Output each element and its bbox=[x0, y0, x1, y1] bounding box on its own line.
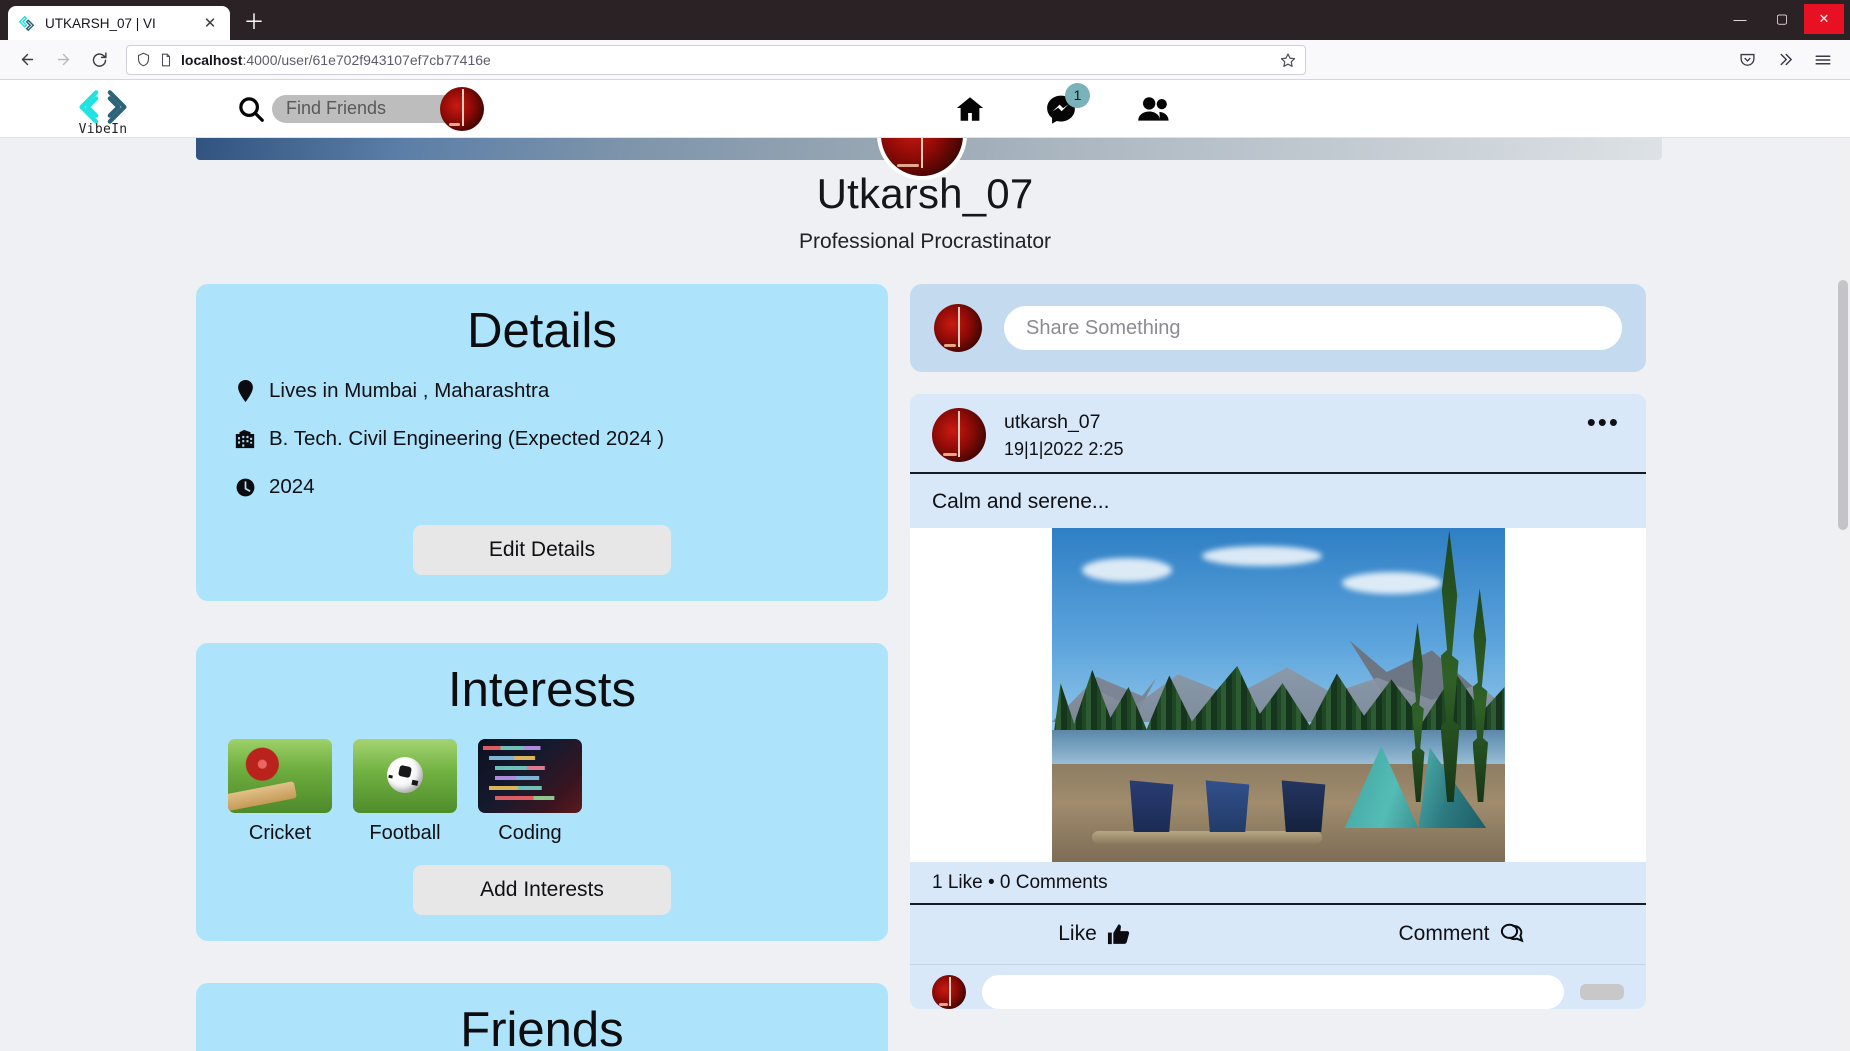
tab-strip: UTKARSH_07 | VI ✕ ＋ — ▢ ✕ bbox=[0, 0, 1850, 40]
home-icon bbox=[955, 94, 985, 124]
comment-bubble-icon bbox=[1500, 923, 1526, 946]
browser-tab[interactable]: UTKARSH_07 | VI ✕ bbox=[8, 6, 230, 40]
left-column: Details Lives in Mumbai , Maharashtra B.… bbox=[196, 284, 888, 1051]
cricket-ball-and-bat-photo bbox=[228, 738, 332, 813]
url-host: localhost bbox=[181, 51, 243, 68]
comment-row bbox=[910, 964, 1646, 1010]
details-card: Details Lives in Mumbai , Maharashtra B.… bbox=[196, 284, 888, 602]
share-box-avatar bbox=[934, 304, 982, 352]
profile-columns: Details Lives in Mumbai , Maharashtra B.… bbox=[0, 284, 1850, 1051]
comment-label: Comment bbox=[1398, 922, 1490, 946]
friends-card: Friends bbox=[196, 982, 888, 1051]
close-icon[interactable]: ✕ bbox=[200, 13, 220, 33]
interests-grid: Cricket Football Coding bbox=[228, 738, 864, 845]
detail-text-year: 2024 bbox=[269, 475, 315, 499]
profile-page: Utkarsh_07 Professional Procrastinator D… bbox=[0, 138, 1850, 1051]
thumbs-up-icon bbox=[1107, 923, 1130, 946]
right-column: utkarsh_07 19|1|2022 2:25 ••• Calm and s… bbox=[910, 284, 1646, 1051]
navbar-right-actions bbox=[1730, 44, 1840, 76]
close-icon[interactable]: ✕ bbox=[1804, 4, 1844, 34]
star-icon[interactable] bbox=[1280, 52, 1296, 68]
page-icon bbox=[159, 53, 173, 67]
interest-label: Football bbox=[369, 821, 441, 844]
app-header: VibeIn Find Friends 1 bbox=[0, 80, 1850, 138]
interest-item[interactable]: Coding bbox=[478, 738, 582, 845]
post-caption: Calm and serene... bbox=[932, 490, 1110, 514]
interest-label: Cricket bbox=[248, 821, 312, 844]
nav-friends-button[interactable] bbox=[1137, 94, 1171, 124]
header-nav-icons: 1 bbox=[955, 82, 1171, 125]
location-pin-icon bbox=[234, 380, 256, 403]
search-icon bbox=[236, 94, 266, 124]
interest-label: Coding bbox=[498, 821, 562, 844]
edit-details-button[interactable]: Edit Details bbox=[413, 525, 671, 576]
comment-post-button[interactable] bbox=[1580, 984, 1624, 1001]
detail-row-location: Lives in Mumbai , Maharashtra bbox=[234, 379, 864, 403]
share-input[interactable] bbox=[1004, 306, 1622, 350]
url-text: localhost:4000/user/61e702f943107ef7cb77… bbox=[181, 52, 491, 68]
detail-text-location: Lives in Mumbai , Maharashtra bbox=[269, 379, 550, 403]
details-card-title: Details bbox=[467, 304, 617, 358]
comment-avatar bbox=[932, 975, 966, 1010]
hamburger-menu-icon[interactable] bbox=[1806, 44, 1840, 76]
nav-messages-button[interactable]: 1 bbox=[1045, 82, 1090, 125]
interests-card-title: Interests bbox=[448, 663, 636, 718]
like-label: Like bbox=[1058, 922, 1097, 946]
like-button[interactable]: Like bbox=[910, 922, 1278, 946]
people-icon bbox=[1137, 94, 1171, 124]
page-scrollbar[interactable] bbox=[1836, 138, 1850, 1051]
interest-item[interactable]: Football bbox=[353, 738, 457, 845]
url-bar[interactable]: localhost:4000/user/61e702f943107ef7cb77… bbox=[126, 44, 1306, 75]
detail-text-education: B. Tech. Civil Engineering (Expected 202… bbox=[269, 427, 665, 451]
share-box bbox=[910, 284, 1646, 372]
browser-chrome: UTKARSH_07 | VI ✕ ＋ — ▢ ✕ localhost:4000 bbox=[0, 0, 1850, 80]
window-controls: — ▢ ✕ bbox=[1720, 4, 1844, 34]
post-photo-frame bbox=[910, 528, 1646, 863]
post-stats: 1 Like • 0 Comments bbox=[910, 862, 1646, 906]
post-actions: Like Comment bbox=[910, 905, 1646, 964]
arrow-right-icon[interactable] bbox=[46, 44, 80, 76]
school-building-icon bbox=[234, 429, 256, 449]
search-placeholder: Find Friends bbox=[286, 98, 387, 118]
post-author: utkarsh_07 bbox=[1004, 411, 1101, 433]
post-card: utkarsh_07 19|1|2022 2:25 ••• Calm and s… bbox=[910, 394, 1646, 1010]
reload-icon[interactable] bbox=[82, 44, 116, 76]
interests-card: Interests Cricket Football Coding Add In… bbox=[196, 643, 888, 941]
post-author-block: utkarsh_07 19|1|2022 2:25 bbox=[1004, 408, 1123, 462]
chevron-double-right-icon[interactable] bbox=[1768, 44, 1802, 76]
scrollbar-thumb[interactable] bbox=[1838, 280, 1848, 530]
app-logo-label: VibeIn bbox=[78, 121, 128, 137]
profile-bio: Professional Procrastinator bbox=[798, 230, 1052, 253]
mountain-lake-campsite-photo bbox=[1051, 528, 1505, 863]
vibein-logo-icon bbox=[18, 15, 35, 32]
detail-row-education: B. Tech. Civil Engineering (Expected 202… bbox=[234, 427, 864, 451]
arrow-left-icon[interactable] bbox=[10, 44, 44, 76]
interest-item[interactable]: Cricket bbox=[228, 738, 332, 845]
football-on-grass-photo bbox=[353, 738, 457, 813]
vibein-interlocking-diamonds-icon bbox=[77, 89, 129, 125]
friends-card-title: Friends bbox=[460, 1002, 624, 1051]
comment-input[interactable] bbox=[982, 975, 1564, 1010]
maximize-icon[interactable]: ▢ bbox=[1762, 4, 1802, 34]
app-logo[interactable]: VibeIn bbox=[28, 89, 178, 137]
search-bar[interactable]: Find Friends bbox=[236, 94, 472, 124]
minimize-icon[interactable]: — bbox=[1720, 4, 1760, 34]
post-header: utkarsh_07 19|1|2022 2:25 ••• bbox=[910, 394, 1646, 475]
messages-badge: 1 bbox=[1065, 82, 1090, 108]
shield-icon bbox=[136, 52, 151, 67]
nav-home-button[interactable] bbox=[955, 94, 985, 124]
post-timestamp: 19|1|2022 2:25 bbox=[1004, 439, 1124, 460]
new-tab-button[interactable]: ＋ bbox=[238, 6, 270, 38]
pocket-icon[interactable] bbox=[1730, 44, 1764, 76]
code-editor-photo bbox=[478, 738, 582, 813]
comment-button[interactable]: Comment bbox=[1278, 922, 1646, 946]
add-interests-button[interactable]: Add Interests bbox=[413, 864, 671, 915]
tab-title: UTKARSH_07 | VI bbox=[45, 15, 156, 31]
detail-row-year: 2024 bbox=[234, 475, 864, 499]
header-avatar[interactable] bbox=[440, 86, 484, 131]
url-path: :4000/user/61e702f943107ef7cb77416e bbox=[242, 51, 491, 68]
browser-navbar: localhost:4000/user/61e702f943107ef7cb77… bbox=[0, 40, 1850, 80]
clock-icon bbox=[234, 478, 256, 497]
post-avatar[interactable] bbox=[932, 408, 986, 463]
